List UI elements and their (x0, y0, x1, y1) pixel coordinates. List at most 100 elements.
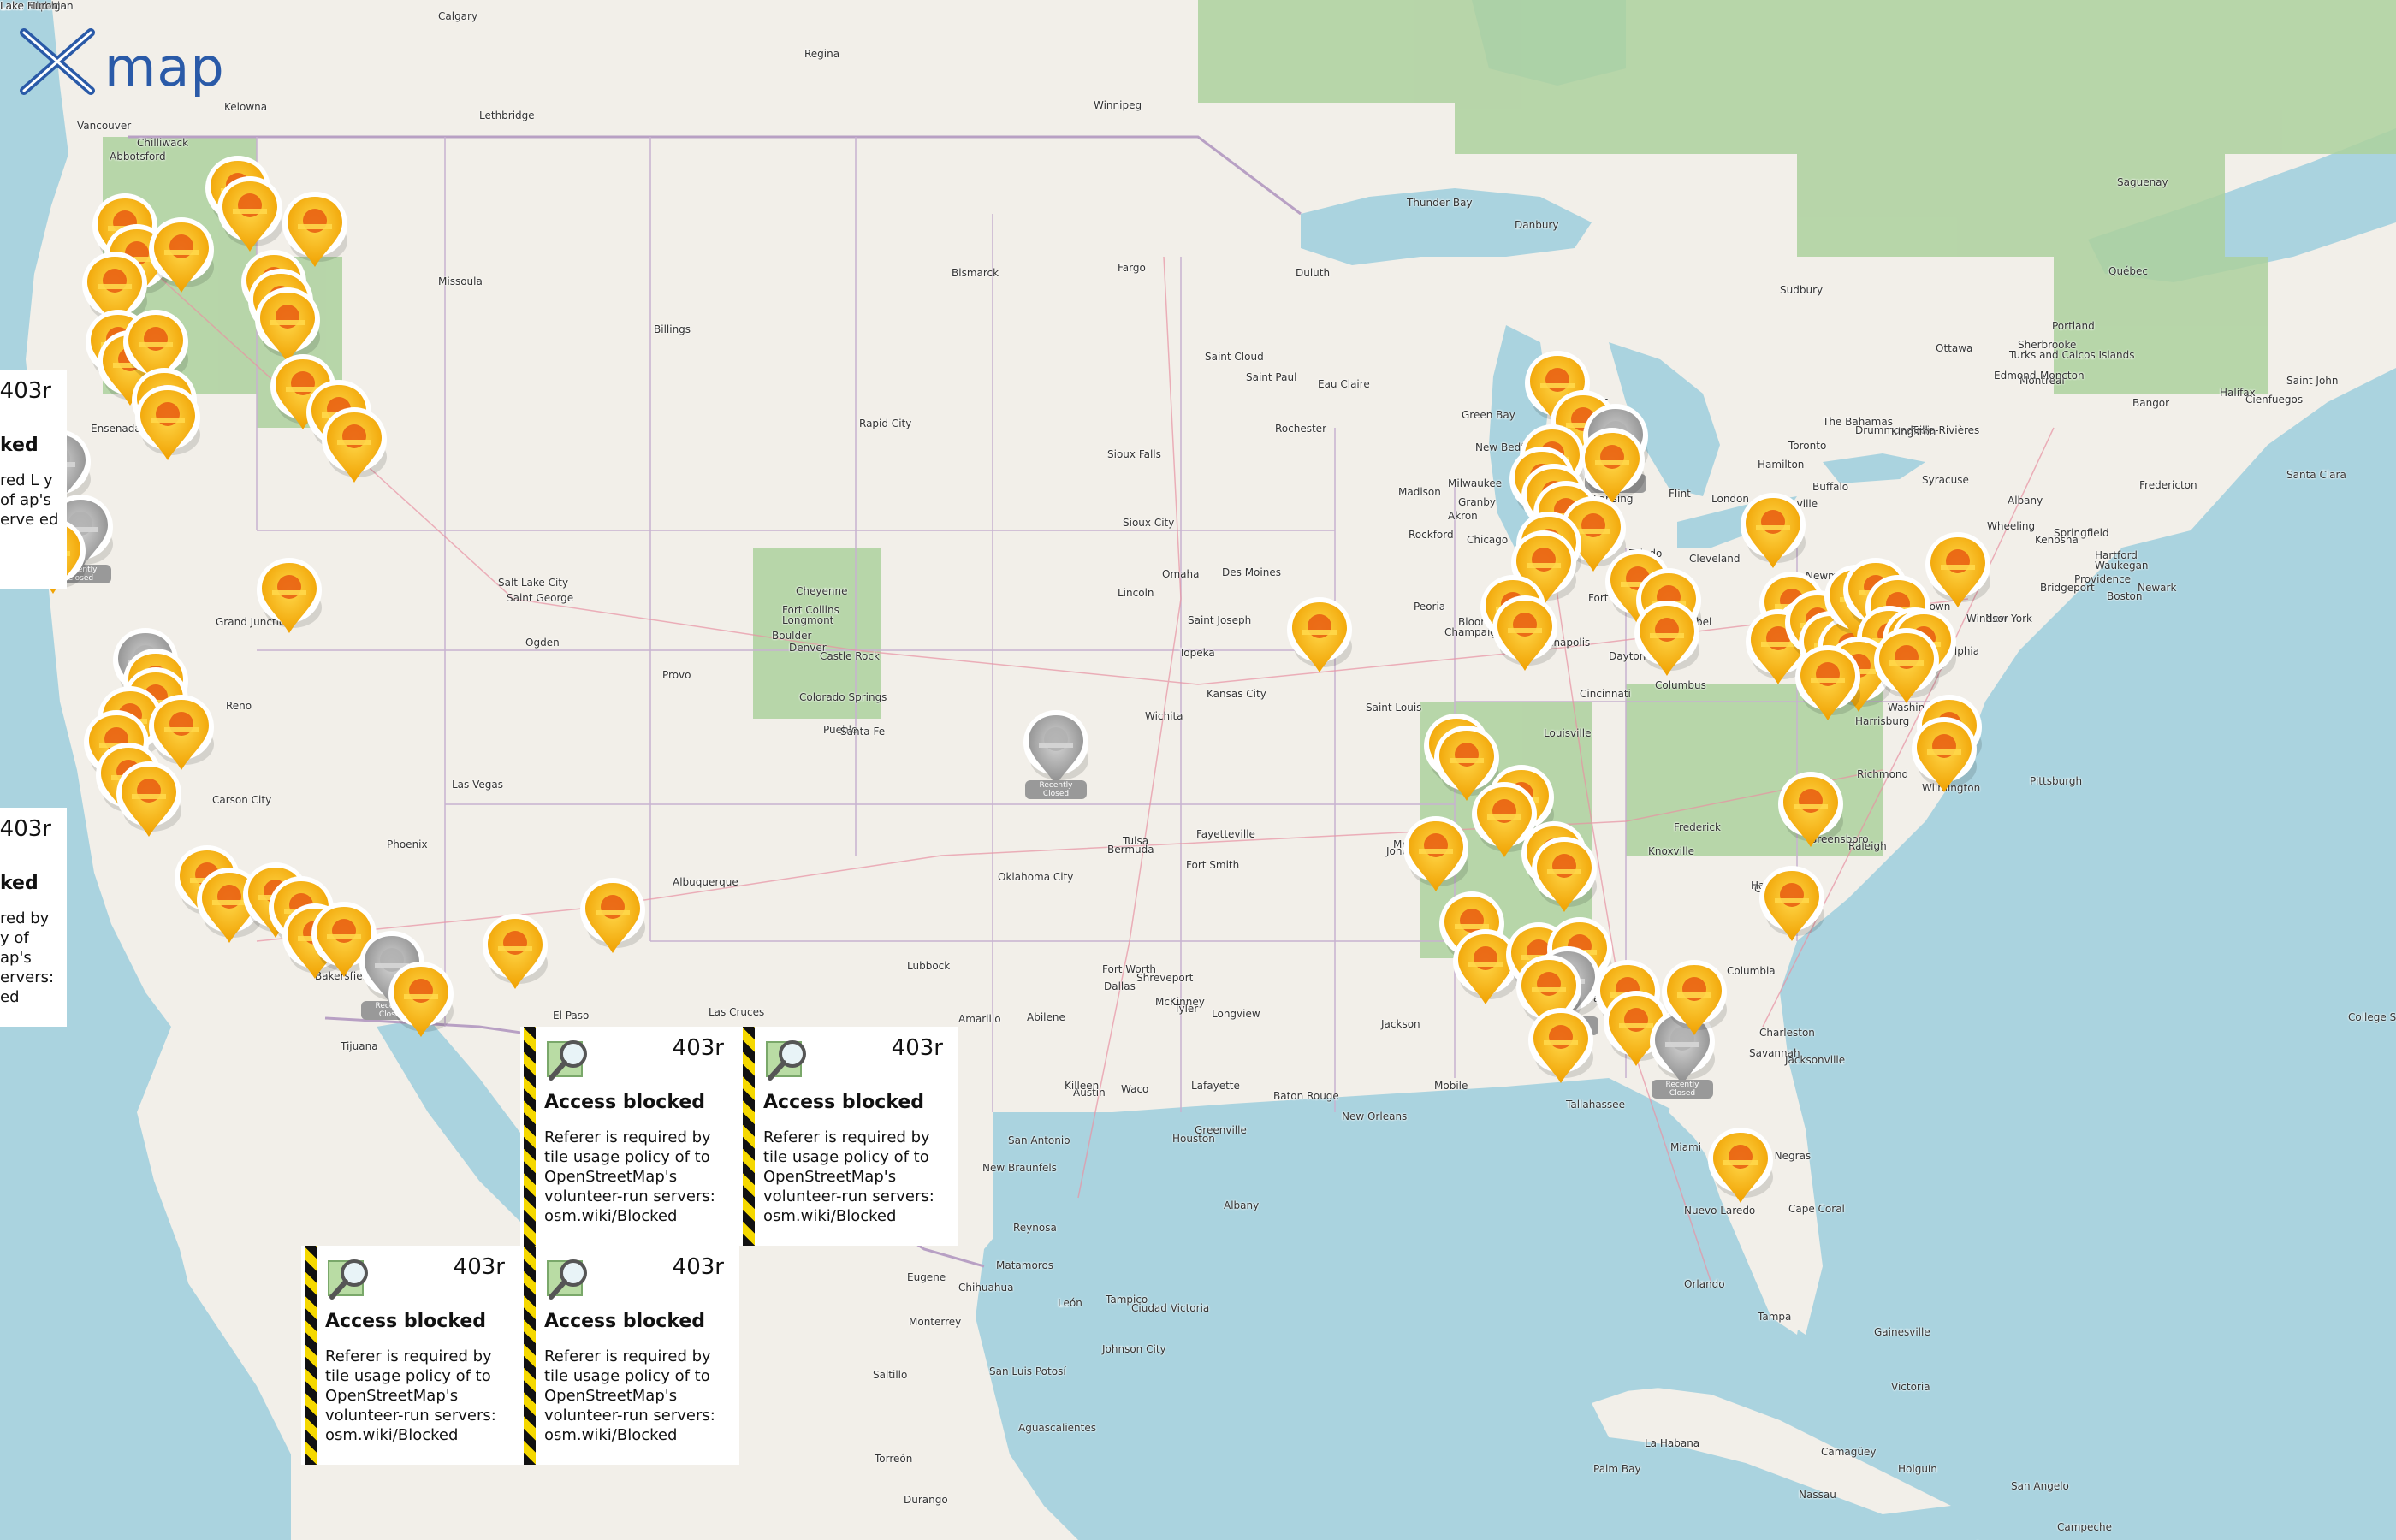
map-label: Buffalo (1812, 481, 1849, 493)
map-label: Tampa (1758, 1311, 1792, 1323)
tile-error-panel: 403r ked red L y of ap's erve ed (0, 370, 67, 589)
map-label: Albuquerque (673, 876, 738, 888)
location-marker[interactable] (1528, 835, 1600, 921)
tile-error-message: Referer is required by tile usage policy… (325, 1348, 496, 1444)
tile-error-panel: 403r Access blocked Referer is required by… (520, 1027, 739, 1246)
map-label: Regina (804, 48, 840, 60)
map-label: Saint Joseph (1188, 614, 1252, 626)
map-label: Milwaukee (1448, 477, 1503, 489)
map-label: San Angelo (2011, 1480, 2069, 1492)
logo-text: map (104, 36, 225, 98)
tile-error-code: 403r (891, 1035, 943, 1061)
location-marker[interactable] (1922, 530, 1994, 616)
map-label: Tyler (1174, 1003, 1199, 1015)
map-label: Orlando (1684, 1278, 1725, 1290)
location-marker[interactable] (1489, 594, 1561, 679)
sun-pin-icon (1403, 816, 1468, 891)
map-label: New Braunfels (982, 1162, 1057, 1174)
map-label: Turks and Caicos Islands (2009, 349, 2135, 361)
location-marker[interactable] (1908, 715, 1980, 801)
location-marker[interactable] (479, 912, 551, 998)
tile-error-message: Referer is required by tile usage policy… (763, 1128, 934, 1225)
map-label: Chilliwack (137, 137, 189, 149)
sun-pin-icon (1795, 645, 1860, 720)
location-marker[interactable] (1658, 958, 1730, 1044)
tile-error-title: Access blocked (544, 1311, 706, 1332)
map-label: Frederick (1674, 821, 1721, 833)
sun-pin-icon (1708, 1128, 1773, 1203)
sun-pin-icon (217, 176, 282, 252)
closed-marker-label: Recently Closed (1652, 1080, 1713, 1099)
map-label: Bismarck (952, 267, 999, 279)
map-label: Wheeling (1987, 520, 2036, 532)
map-label: Albany (2008, 495, 2043, 506)
map-label: Ciudad Victoria (1131, 1302, 1210, 1314)
map-label: Lafayette (1191, 1080, 1240, 1092)
sun-pin-icon (1634, 601, 1699, 676)
map-label: College Station (2348, 1011, 2396, 1023)
sun-pin-icon (1778, 772, 1843, 847)
map-label: Nassau (1799, 1489, 1836, 1501)
map-label: San Antonio (1008, 1134, 1070, 1146)
location-marker[interactable] (1756, 864, 1828, 950)
location-marker[interactable] (577, 876, 649, 962)
map-label: Cincinnati (1580, 688, 1631, 700)
map-label: Topeka (1179, 647, 1215, 659)
map-label: Rapid City (859, 418, 912, 429)
app-logo[interactable]: map (19, 24, 250, 106)
hazard-stripe (743, 1027, 755, 1246)
sun-pin-icon (1925, 532, 1990, 607)
map-canvas[interactable]: Calgary Regina Winnipeg Vancouver Kelowna Let… (0, 0, 2396, 1540)
map-label: Abilene (1027, 1011, 1065, 1023)
magnifier-map-icon (547, 1040, 587, 1081)
map-label: Saint Paul (1246, 371, 1297, 383)
location-marker[interactable] (1705, 1126, 1776, 1211)
location-marker[interactable] (1284, 595, 1355, 681)
map-label: Eugene (907, 1271, 946, 1283)
location-marker[interactable] (318, 406, 390, 491)
map-label: Bermuda (1107, 844, 1154, 856)
map-label: Kenosha (2035, 534, 2079, 546)
location-marker[interactable] (132, 383, 204, 469)
map-label: Torreón (875, 1453, 913, 1465)
closed-location-marker[interactable]: Recently Closed (1020, 708, 1092, 799)
hazard-stripe (305, 1246, 317, 1465)
map-label: Aguascalientes (1018, 1422, 1096, 1434)
map-label: Matamoros (996, 1259, 1054, 1271)
map-label: New Orleans (1342, 1111, 1408, 1122)
map-label: Akron (1448, 510, 1478, 522)
tile-error-message: red by y of ap's ervers: ed (0, 909, 55, 1006)
tile-error-code: 403r (672, 1035, 724, 1061)
map-label: Oklahoma City (998, 871, 1074, 883)
map-label: Killeen (1065, 1080, 1100, 1092)
location-marker[interactable] (145, 216, 217, 301)
location-marker[interactable] (1737, 491, 1809, 577)
map-label: Granby (1458, 496, 1496, 508)
map-label: Waukegan (2095, 560, 2149, 572)
map-label: Santa Clara (2286, 469, 2346, 481)
map-label: Reynosa (1013, 1222, 1057, 1234)
sun-pin-icon (1662, 960, 1727, 1035)
location-marker[interactable] (1631, 599, 1703, 684)
location-marker[interactable] (1525, 1006, 1597, 1092)
tile-error-panel: 403r ked red by y of ap's ervers: ed (0, 808, 67, 1027)
location-marker[interactable] (385, 960, 457, 1045)
map-label: Green Bay (1462, 409, 1515, 421)
location-marker[interactable] (1792, 643, 1864, 729)
location-marker[interactable] (253, 556, 325, 642)
map-label: Palm Bay (1593, 1463, 1641, 1475)
map-label: Camagüey (1821, 1446, 1877, 1458)
location-marker[interactable] (214, 175, 286, 260)
sun-pin-icon (135, 385, 200, 460)
location-marker[interactable] (1775, 770, 1847, 856)
map-label: Flint (1669, 488, 1691, 500)
map-label: Boulder (772, 630, 812, 642)
map-label: Jacksonville (1785, 1054, 1846, 1066)
tile-error-code: 403r (453, 1254, 505, 1280)
map-label: Lethbridge (479, 110, 535, 121)
map-label: Saguenay (2117, 176, 2168, 188)
location-marker[interactable] (113, 760, 185, 845)
map-label: Johnson City (1102, 1343, 1166, 1355)
map-label: Ogden (525, 637, 560, 649)
location-marker[interactable] (1400, 814, 1472, 900)
